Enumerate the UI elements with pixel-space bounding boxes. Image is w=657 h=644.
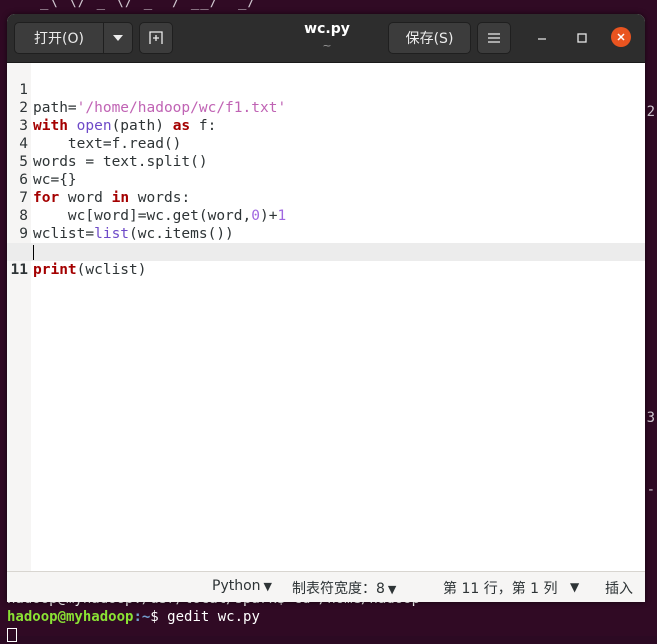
save-button[interactable]: 保存(S) bbox=[388, 22, 471, 54]
window-subtitle: ~ bbox=[322, 39, 332, 52]
gedit-window: 打开(O) wc.py ~ 保存(S) 1 path='/home/hadoop… bbox=[7, 14, 645, 602]
minimize-icon bbox=[538, 38, 546, 40]
code-line[interactable]: 5 wc={} bbox=[7, 135, 645, 188]
terminal-side-mark: - bbox=[646, 482, 655, 498]
prompt-user: hadoop@myhadoop bbox=[7, 609, 134, 625]
line-number: 11 bbox=[10, 262, 28, 278]
code-line[interactable]: 10 print(wclist) bbox=[7, 225, 645, 278]
chevron-down-icon bbox=[113, 35, 123, 41]
terminal-prompt-line: hadoop@myhadoop:~$ gedit wc.py bbox=[7, 608, 420, 626]
chevron-down-icon[interactable]: ▼ bbox=[570, 580, 579, 594]
terminal-ascii-art: _\ \/ _ \/ _ `/ __/ `_/ bbox=[40, 0, 257, 10]
code-line[interactable]: 4 words = text.split() bbox=[7, 117, 645, 170]
minimize-button[interactable] bbox=[532, 28, 552, 48]
hamburger-menu-icon bbox=[488, 33, 500, 43]
code-line-current[interactable]: 11 bbox=[7, 243, 645, 278]
code-line[interactable]: 8 wclist=list(wc.items()) bbox=[7, 189, 645, 242]
language-label: Python bbox=[212, 578, 261, 594]
tab-width-label: 制表符宽度：8 bbox=[292, 581, 385, 597]
insert-mode-indicator: 插入 bbox=[605, 581, 633, 597]
code-line[interactable]: 9 wclist.sort(key=lambda x:x[1],reverse=… bbox=[7, 207, 645, 260]
window-title: wc.py bbox=[304, 21, 350, 37]
code-editor[interactable]: 1 path='/home/hadoop/wc/f1.txt' 2 with o… bbox=[7, 63, 645, 571]
chevron-down-icon: ▼ bbox=[263, 580, 272, 593]
new-tab-button[interactable] bbox=[139, 22, 173, 54]
terminal-side-mark: 3 bbox=[646, 410, 655, 426]
prompt-path: :~ bbox=[133, 609, 151, 625]
headerbar: 打开(O) wc.py ~ 保存(S) bbox=[7, 14, 645, 63]
close-button[interactable] bbox=[611, 27, 631, 47]
language-selector[interactable]: Python ▼ bbox=[212, 578, 272, 594]
open-dropdown-button[interactable] bbox=[103, 22, 133, 54]
prompt-command: $ gedit wc.py bbox=[150, 609, 260, 625]
maximize-button[interactable] bbox=[572, 28, 592, 48]
code-line[interactable]: 6 for word in words: bbox=[7, 153, 645, 206]
code-line[interactable]: 7 wc[word]=wc.get(word,0)+1 bbox=[7, 171, 645, 224]
new-document-icon bbox=[149, 31, 163, 44]
close-icon bbox=[617, 33, 625, 41]
tab-width-selector[interactable]: 制表符宽度：8 ▼ bbox=[292, 578, 396, 598]
code-line[interactable]: 2 with open(path) as f: bbox=[7, 81, 645, 134]
terminal-side-mark: 2 bbox=[646, 104, 655, 120]
code-line[interactable]: 1 path='/home/hadoop/wc/f1.txt' bbox=[7, 63, 645, 116]
open-button[interactable]: 打开(O) bbox=[14, 22, 104, 54]
text-cursor bbox=[33, 245, 34, 260]
status-bar: Python ▼ 制表符宽度：8 ▼ 第 11 行，第 1 列 ▼ 插入 bbox=[7, 571, 645, 602]
maximize-icon bbox=[577, 33, 587, 43]
code-line[interactable]: 3 text=f.read() bbox=[7, 99, 645, 152]
cursor-position[interactable]: 第 11 行，第 1 列 bbox=[443, 578, 558, 598]
terminal-cursor bbox=[7, 628, 17, 642]
menu-button[interactable] bbox=[477, 22, 511, 54]
chevron-down-icon: ▼ bbox=[387, 583, 397, 596]
